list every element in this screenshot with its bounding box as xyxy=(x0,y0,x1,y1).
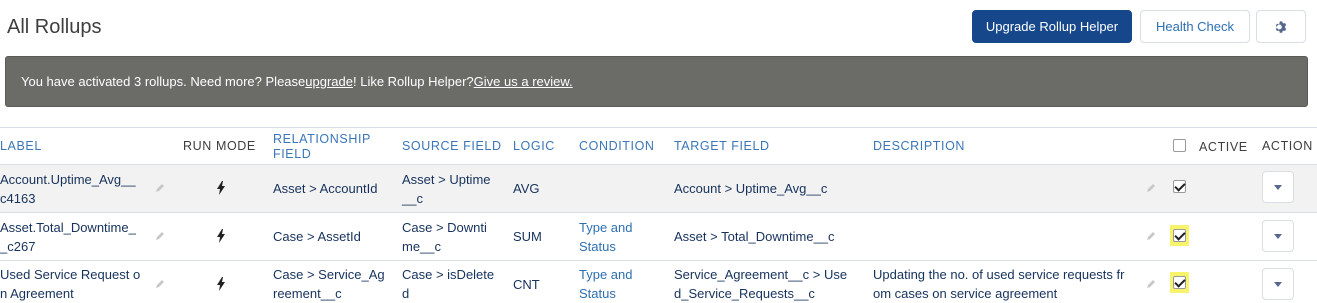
row-target-line2: d_Service_Requests__c xyxy=(674,286,815,301)
row-relationship-line2: reement__c xyxy=(273,286,342,301)
row-source-line2: d xyxy=(402,286,410,301)
column-header-source-field[interactable]: SOURCE FIELD xyxy=(402,139,502,154)
column-header-label[interactable]: LABEL xyxy=(0,139,42,154)
row-condition-line2: Status xyxy=(579,286,616,301)
row-label-line2: _c267 xyxy=(0,239,36,254)
column-header-action: ACTION xyxy=(1262,139,1313,153)
edit-pencil-icon[interactable] xyxy=(155,231,165,241)
row-relationship: Asset > AccountId xyxy=(273,181,378,196)
review-link[interactable]: Give us a review. xyxy=(474,74,573,89)
row-source-line1: Case > isDelete xyxy=(402,267,495,282)
lightning-icon xyxy=(217,277,225,291)
row-description-line1: Updating the no. of used service request… xyxy=(873,267,1125,282)
row-logic: AVG xyxy=(513,181,540,196)
select-all-checkbox[interactable] xyxy=(1173,139,1186,152)
column-header-logic[interactable]: LOGIC xyxy=(513,139,555,154)
row-logic: SUM xyxy=(513,229,542,244)
table-row: Account.Uptime_Avg__ c4163 Asset > Accou… xyxy=(0,165,1317,212)
column-header-run-mode: RUN MODE xyxy=(183,139,256,153)
row-relationship-line1: Case > Service_Ag xyxy=(273,267,385,282)
chevron-down-icon xyxy=(1274,281,1282,287)
row-logic: CNT xyxy=(513,277,540,292)
column-header-active: ACTIVE xyxy=(1199,140,1248,154)
row-source-field: Case > Downti me__c xyxy=(402,218,487,256)
column-header-relationship-field[interactable]: RELATIONSHIP FIELD xyxy=(273,132,371,162)
row-label-line1: Used Service Request o xyxy=(0,267,141,282)
edit-pencil-icon[interactable] xyxy=(1146,231,1156,241)
column-header-relationship-line2: FIELD xyxy=(273,147,312,161)
row-label-line2: c4163 xyxy=(0,191,36,206)
row-source-line1: Case > Downti xyxy=(402,220,487,235)
upgrade-rollup-helper-button[interactable]: Upgrade Rollup Helper xyxy=(972,10,1132,43)
lightning-icon xyxy=(217,181,225,195)
row-condition-line1: Type and xyxy=(579,267,633,282)
row-condition-line1: Type and xyxy=(579,220,633,235)
row-label-line1: Account.Uptime_Avg__ xyxy=(0,172,136,187)
active-checkbox[interactable] xyxy=(1173,229,1186,242)
column-header-target-field[interactable]: TARGET FIELD xyxy=(674,139,770,154)
row-label: Asset.Total_Downtime_ _c267 xyxy=(0,218,136,256)
row-condition-link[interactable]: Type and Status xyxy=(579,265,633,303)
row-target-field: Account > Uptime_Avg__c xyxy=(674,181,828,196)
row-relationship: Case > AssetId xyxy=(273,229,361,244)
row-description: Updating the no. of used service request… xyxy=(873,265,1124,303)
row-condition-link[interactable]: Type and Status xyxy=(579,218,633,256)
row-source-field: Asset > Uptime __c xyxy=(402,170,491,208)
table-row: Asset.Total_Downtime_ _c267 Case > Asset… xyxy=(0,213,1317,260)
active-checkbox[interactable] xyxy=(1173,180,1186,193)
edit-pencil-icon[interactable] xyxy=(1146,279,1156,289)
health-check-button[interactable]: Health Check xyxy=(1140,10,1250,43)
edit-pencil-icon[interactable] xyxy=(155,279,165,289)
row-relationship: Case > Service_Ag reement__c xyxy=(273,265,385,303)
chevron-down-icon xyxy=(1274,233,1282,239)
chevron-down-icon xyxy=(1274,184,1282,190)
row-source-line2: __c xyxy=(402,191,423,206)
row-source-line1: Asset > Uptime xyxy=(402,172,491,187)
row-target-line1: Service_Agreement__c > Use xyxy=(674,267,848,282)
row-description-line2: om cases on service agreement xyxy=(873,286,1058,301)
row-target-field: Asset > Total_Downtime__c xyxy=(674,229,835,244)
banner-text-middle: ! Like Rollup Helper? xyxy=(352,74,474,89)
lightning-icon xyxy=(217,229,225,243)
row-target-field: Service_Agreement__c > Use d_Service_Req… xyxy=(674,265,847,303)
settings-button[interactable] xyxy=(1256,10,1306,43)
edit-pencil-icon[interactable] xyxy=(1146,183,1156,193)
row-label: Account.Uptime_Avg__ c4163 xyxy=(0,170,136,208)
active-checkbox[interactable] xyxy=(1173,276,1186,289)
table-row: Used Service Request o n Agreement Case … xyxy=(0,261,1317,303)
page-title: All Rollups xyxy=(7,16,102,38)
row-label-line1: Asset.Total_Downtime_ xyxy=(0,220,136,235)
banner-text-before: You have activated 3 rollups. Need more?… xyxy=(21,74,306,89)
row-label: Used Service Request o n Agreement xyxy=(0,265,140,303)
upgrade-link[interactable]: upgrade xyxy=(305,74,353,89)
activation-banner: You have activated 3 rollups. Need more?… xyxy=(5,56,1308,107)
column-header-condition[interactable]: CONDITION xyxy=(579,139,655,154)
gear-icon xyxy=(1275,20,1287,33)
column-header-description[interactable]: DESCRIPTION xyxy=(873,139,965,154)
edit-pencil-icon[interactable] xyxy=(155,183,165,193)
column-header-relationship-line1: RELATIONSHIP xyxy=(273,132,371,146)
row-source-field: Case > isDelete d xyxy=(402,265,494,303)
row-action-menu-button[interactable] xyxy=(1262,220,1294,252)
row-condition-line2: Status xyxy=(579,239,616,254)
row-source-line2: me__c xyxy=(402,239,442,254)
row-action-menu-button[interactable] xyxy=(1262,268,1294,300)
row-action-menu-button[interactable] xyxy=(1262,171,1294,203)
table-top-border xyxy=(0,127,1317,128)
row-label-line2: n Agreement xyxy=(0,286,74,301)
